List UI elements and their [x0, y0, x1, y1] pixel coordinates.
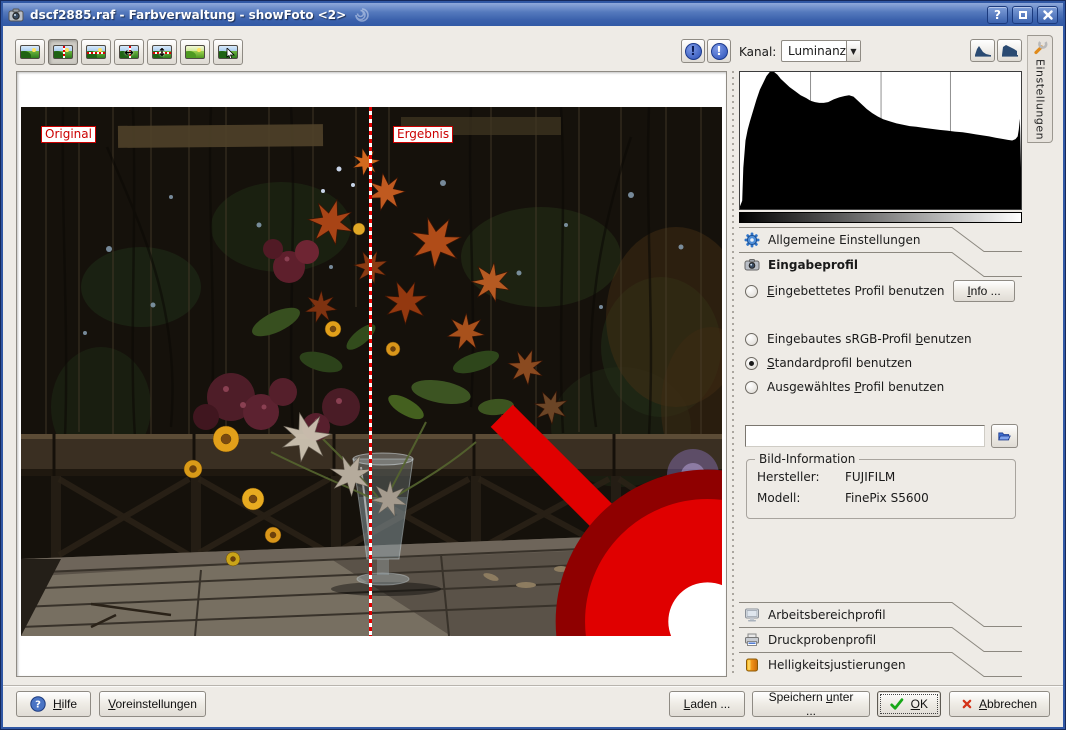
titlebar[interactable]: dscf2885.raf - Farbverwaltung - showFoto…: [3, 3, 1063, 26]
maker-value: FUJIFILM: [845, 470, 1009, 484]
histogram-chart: [740, 72, 1021, 209]
maximize-icon: [1019, 11, 1027, 19]
showfoto-window: dscf2885.raf - Farbverwaltung - showFoto…: [0, 0, 1066, 730]
mouse-over-icon: [218, 45, 238, 59]
preview-canvas[interactable]: Original Ergebnis: [21, 107, 722, 636]
maximize-button[interactable]: [1012, 6, 1033, 24]
split-handle[interactable]: [357, 357, 722, 636]
over-exposure-indicator-button[interactable]: !: [707, 39, 731, 63]
radio-builtin-srgb-profile[interactable]: Eingebautes sRGB-Profil benutzen: [745, 329, 972, 349]
preview-horizontal-split-duplicate-button[interactable]: ↕: [147, 39, 177, 65]
cancel-x-icon: [962, 697, 972, 711]
target-image-icon: [185, 45, 205, 59]
logarithmic-histogram-icon: [1001, 43, 1019, 58]
camera-icon: [744, 257, 760, 273]
section-general-settings[interactable]: Allgemeine Einstellungen: [739, 227, 1022, 252]
wrench-icon: [1032, 39, 1048, 55]
horizontal-split-duplicate-icon: ↕: [152, 45, 172, 59]
original-image-icon: [20, 45, 40, 59]
section-workspace-profile[interactable]: Arbeitsbereichprofil: [739, 602, 1022, 627]
radio-selected-profile[interactable]: Ausgewähltes Profil benutzen: [745, 377, 944, 397]
histogram-view[interactable]: [739, 71, 1022, 210]
presets-button[interactable]: Voreinstellungen: [99, 691, 206, 717]
browse-profile-button[interactable]: [991, 424, 1018, 448]
info-button[interactable]: Info ...: [953, 280, 1015, 302]
radio-default-profile[interactable]: Standardprofil benutzen: [745, 353, 912, 373]
radio-icon: [745, 333, 758, 346]
image-information-title: Bild-Information: [755, 452, 859, 466]
preview-vertical-split-button[interactable]: [48, 39, 78, 65]
settings-tab-label: Einstellungen: [1034, 59, 1047, 140]
svg-text:?: ?: [35, 700, 41, 711]
window-title: dscf2885.raf - Farbverwaltung - showFoto…: [30, 8, 346, 22]
cancel-button[interactable]: Abbrechen: [949, 691, 1050, 717]
preview-original-image-button[interactable]: [15, 39, 45, 65]
gear-icon: [744, 232, 760, 248]
preview-mouse-over-button[interactable]: [213, 39, 243, 65]
preview-frame: Original Ergebnis: [16, 71, 727, 677]
section-input-profile-label: Eingabeprofil: [768, 258, 858, 272]
section-input-profile[interactable]: Eingabeprofil: [739, 252, 1022, 277]
under-exposure-indicator-button[interactable]: !: [681, 39, 705, 63]
close-icon: [1043, 10, 1053, 20]
open-folder-icon: [998, 429, 1011, 443]
section-workspace-label: Arbeitsbereichprofil: [768, 608, 886, 622]
section-lightness-adjustments[interactable]: Helligkeitsjustierungen: [739, 652, 1022, 677]
lightness-cylinder-icon: [744, 657, 760, 673]
kde-swirl-icon: [352, 6, 372, 24]
monitor-icon: [744, 607, 760, 623]
result-label: Ergebnis: [393, 126, 453, 143]
model-label: Modell:: [757, 491, 845, 505]
footer-separator: [3, 685, 1063, 686]
vertical-split-duplicate-icon: ↔: [119, 45, 139, 59]
radio-embedded-profile[interactable]: Eingebettetes Profil benutzen: [745, 281, 944, 301]
tab-settings[interactable]: Einstellungen: [1027, 35, 1053, 143]
radio-icon: [745, 357, 758, 370]
close-button[interactable]: [1037, 6, 1058, 24]
panel-splitter[interactable]: [730, 71, 735, 677]
linear-scale-button[interactable]: [970, 39, 995, 62]
profile-path-input[interactable]: [745, 425, 985, 447]
image-information-groupbox: Bild-Information Hersteller: FUJIFILM Mo…: [746, 459, 1016, 519]
load-button[interactable]: Laden ...: [669, 691, 745, 717]
preview-vertical-split-duplicate-button[interactable]: ↔: [114, 39, 144, 65]
section-lightness-label: Helligkeitsjustierungen: [768, 658, 906, 672]
logarithmic-scale-button[interactable]: [997, 39, 1022, 62]
channel-value: Luminanz: [782, 41, 846, 61]
tonal-gradient-bar: [739, 212, 1022, 223]
vertical-split-icon: [53, 45, 73, 59]
save-as-button[interactable]: Speichern unter ...: [752, 691, 870, 717]
radio-icon: [745, 381, 758, 394]
horizontal-split-icon: [86, 45, 106, 59]
app-camera-icon: [8, 8, 24, 22]
help-button[interactable]: ? Hilfe: [16, 691, 91, 717]
ok-check-icon: [890, 697, 904, 711]
channel-combobox[interactable]: Luminanz ▼: [781, 40, 861, 62]
section-proof-profile[interactable]: Druckprobenprofil: [739, 627, 1022, 652]
over-exposure-icon: !: [711, 43, 728, 60]
preview-target-image-button[interactable]: [180, 39, 210, 65]
settings-panel: Allgemeine Einstellungen Eingabeprofil E…: [739, 71, 1022, 677]
model-value: FinePix S5600: [845, 491, 1009, 505]
original-label: Original: [41, 126, 96, 143]
chevron-down-icon: ▼: [846, 41, 860, 61]
radio-icon: [745, 285, 758, 298]
maker-label: Hersteller:: [757, 470, 845, 484]
linear-histogram-icon: [974, 43, 992, 58]
printer-icon: [744, 632, 760, 648]
preview-horizontal-split-button[interactable]: [81, 39, 111, 65]
ok-button[interactable]: OK: [877, 691, 941, 717]
input-profile-options: Eingebettetes Profil benutzen Info ... E…: [739, 277, 1022, 522]
channel-label: Kanal:: [739, 45, 776, 59]
under-exposure-icon: !: [685, 43, 702, 60]
help-icon: ?: [30, 696, 46, 712]
window-help-button[interactable]: ?: [987, 6, 1008, 24]
section-proof-label: Druckprobenprofil: [768, 633, 876, 647]
section-general-label: Allgemeine Einstellungen: [768, 233, 920, 247]
